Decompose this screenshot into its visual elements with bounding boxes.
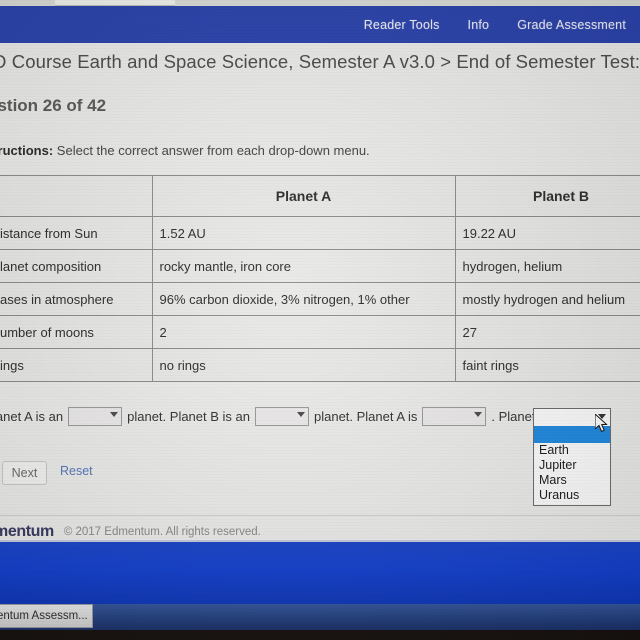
top-navigation-bar: Reader Tools Info Grade Assessment	[0, 6, 640, 43]
desktop-background	[0, 540, 640, 604]
dropdown-option-blank[interactable]	[534, 426, 610, 443]
instructions: structions: Select the correct answer fr…	[0, 143, 370, 158]
taskbar-item-label: entum Assessm...	[0, 610, 88, 622]
table-row: umber of moons 2 27	[0, 315, 640, 349]
sentence-segment-2: planet. Planet B is an	[127, 409, 250, 424]
page-title: estion 26 of 42	[0, 96, 107, 115]
chevron-down-icon	[474, 412, 483, 417]
dropdown-option-list[interactable]: Earth Jupiter Mars Uranus	[533, 426, 611, 506]
dropdown-option-uranus[interactable]: Uranus	[534, 488, 610, 503]
window-bottom-edge	[0, 540, 640, 542]
dropdown-planet-a-name[interactable]	[422, 407, 487, 426]
table-row: ings no rings faint rings	[0, 348, 640, 382]
row-label: ases in atmosphere	[0, 282, 153, 316]
sentence-segment-1: lanet A is an	[0, 409, 64, 424]
copyright-text: © 2017 Edmentum. All rights reserved.	[63, 526, 261, 538]
table-header-planet-a: Planet A	[151, 175, 456, 217]
table-row: istance from Sun 1.52 AU 19.22 AU	[0, 216, 640, 250]
assessment-page: O Course Earth and Space Science, Semest…	[0, 43, 640, 540]
footer-divider	[0, 515, 640, 516]
chevron-down-icon	[598, 414, 606, 419]
cell-planet-b: 19.22 AU	[454, 216, 640, 250]
taskbar[interactable]	[0, 604, 640, 630]
dropdown-option-mars[interactable]: Mars	[534, 473, 610, 488]
chevron-down-icon	[110, 412, 119, 417]
cell-planet-a: no rings	[151, 348, 456, 382]
table-header-planet-b: Planet B	[454, 175, 640, 217]
row-label: umber of moons	[0, 315, 153, 349]
nav-reader-tools[interactable]: Reader Tools	[350, 18, 454, 32]
table-row: lanet composition rocky mantle, iron cor…	[0, 249, 640, 283]
cell-planet-b: hydrogen, helium	[454, 249, 640, 283]
cell-planet-b: 27	[454, 315, 640, 349]
edmentum-logo: mentum	[0, 523, 54, 540]
dropdown-planet-a-type[interactable]	[68, 407, 123, 426]
reset-link[interactable]: Reset	[60, 464, 93, 478]
dropdown-option-earth[interactable]: Earth	[534, 443, 610, 458]
row-label: istance from Sun	[0, 216, 153, 250]
chevron-down-icon	[296, 412, 305, 417]
screen-bottom-bezel	[0, 630, 640, 640]
table-header-row: Planet A Planet B	[0, 175, 640, 217]
cell-planet-b: faint rings	[454, 348, 640, 382]
instructions-label: structions:	[0, 143, 54, 158]
nav-info[interactable]: Info	[454, 18, 504, 32]
planet-comparison-table: Planet A Planet B istance from Sun 1.52 …	[0, 175, 640, 382]
dropdown-planet-b-name-box[interactable]	[533, 408, 611, 428]
row-label: ings	[0, 348, 153, 382]
table-header-blank	[0, 175, 153, 217]
cell-planet-a: rocky mantle, iron core	[151, 249, 456, 283]
dropdown-planet-b-type[interactable]	[254, 407, 309, 426]
dropdown-planet-b-name[interactable]: Earth Jupiter Mars Uranus	[533, 408, 611, 506]
cell-planet-a: 96% carbon dioxide, 3% nitrogen, 1% othe…	[151, 282, 456, 316]
breadcrumb: O Course Earth and Space Science, Semest…	[0, 51, 640, 72]
nav-items: Reader Tools Info Grade Assessment	[350, 6, 640, 43]
cell-planet-a: 1.52 AU	[151, 216, 456, 250]
next-button-label: Next	[11, 466, 38, 480]
dropdown-option-jupiter[interactable]: Jupiter	[534, 458, 610, 473]
cell-planet-a: 2	[151, 315, 456, 349]
instructions-text: Select the correct answer from each drop…	[56, 143, 370, 158]
table-row: ases in atmosphere 96% carbon dioxide, 3…	[0, 282, 640, 316]
sentence-segment-3: planet. Planet A is	[313, 409, 418, 424]
row-label: lanet composition	[0, 249, 153, 283]
cell-planet-b: mostly hydrogen and helium	[454, 282, 640, 316]
screen-photo: Reader Tools Info Grade Assessment O Cou…	[0, 0, 640, 640]
next-button[interactable]: Next	[2, 461, 47, 485]
nav-grade-assessment[interactable]: Grade Assessment	[503, 18, 640, 32]
taskbar-item-edmentum-assessment[interactable]: entum Assessm...	[0, 604, 93, 628]
page-inner: O Course Earth and Space Science, Semest…	[0, 43, 640, 540]
